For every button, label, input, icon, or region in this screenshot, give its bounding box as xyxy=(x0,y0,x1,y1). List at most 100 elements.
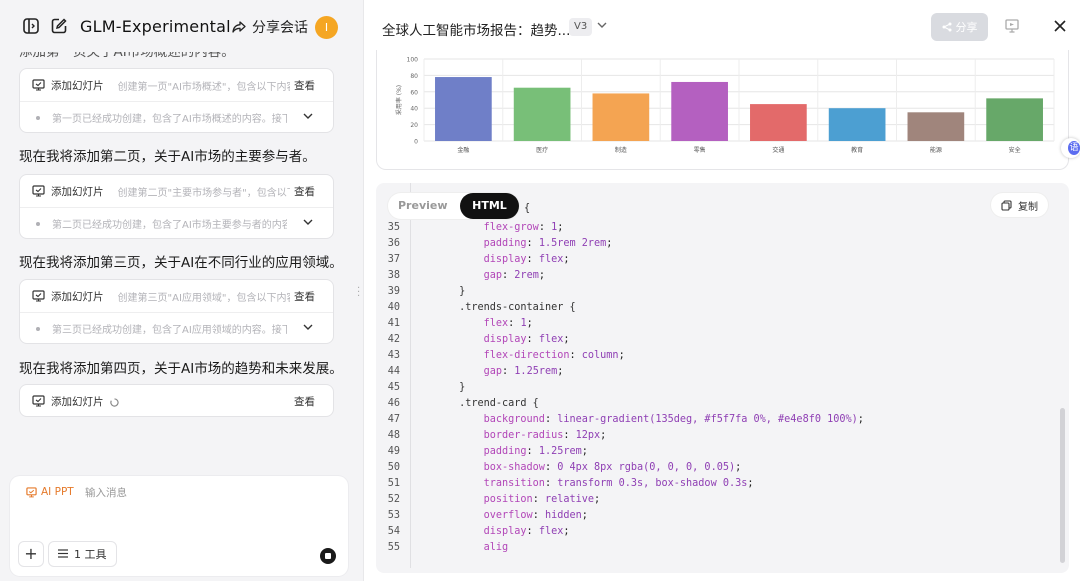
css-property: transition xyxy=(483,478,545,489)
css-property: position xyxy=(483,494,533,505)
bar xyxy=(828,108,886,141)
ai-ppt-tag[interactable]: AI PPT xyxy=(26,486,74,498)
line-number: 54 xyxy=(387,526,400,537)
css-value: flex xyxy=(538,254,564,265)
code-text: } xyxy=(459,382,466,393)
tool-result-row[interactable]: 第二页已经成功创建，包含了AI市场主要参与者的内容... xyxy=(20,207,333,239)
css-value: flex xyxy=(538,526,564,537)
share-session-button[interactable]: 分享会话 xyxy=(232,17,308,37)
css-property: box-shadow xyxy=(483,462,545,473)
code-text: .trends-container { xyxy=(459,302,576,313)
code-text: alig xyxy=(483,542,509,553)
tool-call-row[interactable]: 添加幻灯片 创建第二页"主要市场参与者"，包含以下... 查看 xyxy=(20,175,333,207)
tool-call-row[interactable]: 添加幻灯片 查看 xyxy=(20,385,333,417)
css-property: overflow xyxy=(483,510,533,521)
chevron-down-icon[interactable] xyxy=(303,113,313,119)
css-property: gap xyxy=(483,366,503,377)
line-number: 37 xyxy=(387,254,400,265)
css-property: display xyxy=(483,254,527,265)
tool-call-label: 添加幻灯片 xyxy=(51,395,104,408)
badge-label: 语 xyxy=(1068,141,1080,155)
tool-result-summary: 第三页已经成功创建，包含了AI应用领域的内容。接下... xyxy=(52,325,287,336)
copy-icon xyxy=(1001,199,1012,211)
tool-call-row[interactable]: 添加幻灯片 创建第三页"AI应用领域"，包含以下内容... 查看 xyxy=(20,280,333,312)
line-number: 53 xyxy=(387,510,400,521)
css-value: flex xyxy=(538,334,564,345)
code-line: 45 } xyxy=(376,380,864,396)
chevron-down-icon[interactable] xyxy=(303,324,313,330)
line-number: 43 xyxy=(387,350,400,361)
line-number: 38 xyxy=(387,270,400,281)
y-tick-label: 0 xyxy=(414,139,418,146)
x-tick-label: 医疗 xyxy=(536,146,548,154)
css-property: background xyxy=(483,414,545,425)
y-tick-label: 20 xyxy=(410,122,418,129)
view-button[interactable]: 查看 xyxy=(294,289,315,304)
document-title: 全球人工智能市场报告：趋势... xyxy=(382,23,571,39)
tab-html[interactable]: HTML xyxy=(460,193,519,219)
copy-button[interactable]: 复制 xyxy=(991,193,1048,217)
add-attachment-button[interactable]: + xyxy=(18,541,44,567)
line-number: 36 xyxy=(387,238,400,249)
share-label: 分享 xyxy=(955,21,978,34)
chevron-down-icon[interactable] xyxy=(597,22,607,28)
panel-resize-handle[interactable]: · · · xyxy=(357,284,360,302)
line-number: 35 xyxy=(387,222,400,233)
code-line: 44 gap: 1.25rem; xyxy=(376,364,864,380)
line-number: 42 xyxy=(387,334,400,345)
y-tick-label: 80 xyxy=(410,73,418,80)
version-badge[interactable]: V3 xyxy=(569,18,593,36)
code-line: 50 box-shadow: 0 4px 8px rgba(0, 0, 0, 0… xyxy=(376,460,864,476)
close-icon[interactable] xyxy=(1054,20,1066,32)
stop-generation-button[interactable] xyxy=(320,548,336,564)
app-title: GLM-Experimental xyxy=(80,17,231,36)
tool-result-summary: 第一页已经成功创建，包含了AI市场概述的内容。接下... xyxy=(52,114,287,125)
bullet-icon xyxy=(36,326,40,331)
css-property: flex-grow xyxy=(483,222,539,233)
tool-call-desc: 创建第三页"AI应用领域"，包含以下内容... xyxy=(117,292,290,304)
bar xyxy=(435,77,492,141)
bar xyxy=(750,104,807,141)
tab-preview[interactable]: Preview xyxy=(398,199,448,212)
avatar[interactable]: I xyxy=(315,16,338,39)
new-chat-icon[interactable] xyxy=(50,17,68,35)
line-number: 44 xyxy=(387,366,400,377)
css-value: column xyxy=(581,350,619,361)
tool-call-row[interactable]: 添加幻灯片 创建第一页"AI市场概述"，包含以下内容... 查看 xyxy=(20,69,333,101)
scrollbar[interactable] xyxy=(1060,408,1065,563)
y-tick-label: 60 xyxy=(410,89,418,96)
code-line-partial: 3 xyxy=(376,183,441,209)
css-value: relative xyxy=(544,494,595,505)
tool-call-card: 添加幻灯片 创建第三页"AI应用领域"，包含以下内容... 查看 第三页已经成功… xyxy=(19,279,334,344)
view-button[interactable]: 查看 xyxy=(294,78,315,93)
tool-result-row[interactable]: 第三页已经成功创建，包含了AI应用领域的内容。接下... xyxy=(20,312,333,344)
view-button[interactable]: 查看 xyxy=(294,184,315,199)
code-line: 53 overflow: hidden; xyxy=(376,508,864,524)
code-line: 54 display: flex; xyxy=(376,524,864,540)
line-number: 50 xyxy=(387,462,400,473)
y-axis-label: 采用率 (%) xyxy=(395,85,403,115)
css-value: 1 xyxy=(551,222,558,233)
tool-call-label: 添加幻灯片 xyxy=(51,290,104,303)
css-value: 2rem xyxy=(514,270,539,281)
presentation-icon[interactable] xyxy=(1005,19,1019,33)
line-number: 39 xyxy=(387,286,400,297)
tool-result-row[interactable]: 第一页已经成功创建，包含了AI市场概述的内容。接下... xyxy=(20,101,333,133)
message-composer: AI PPT + 1 工具 xyxy=(10,476,348,576)
tools-button[interactable]: 1 工具 xyxy=(48,541,117,567)
floating-badge[interactable]: 语 xyxy=(1061,138,1080,158)
css-property: padding xyxy=(483,446,527,457)
code-line: 39 } xyxy=(376,284,864,300)
loading-spinner-icon xyxy=(109,392,119,411)
chevron-down-icon[interactable] xyxy=(303,219,313,225)
view-button[interactable]: 查看 xyxy=(294,394,315,409)
tool-call-label: 添加幻灯片 xyxy=(51,79,104,92)
code-brace: { xyxy=(524,203,531,214)
y-tick-label: 100 xyxy=(407,57,419,64)
x-tick-label: 金融 xyxy=(457,146,469,154)
sidebar-toggle-icon[interactable] xyxy=(22,17,40,35)
message-input[interactable] xyxy=(85,484,285,502)
code-line: 40 .trends-container { xyxy=(376,300,864,316)
css-value: transform 0.3s, box-shadow 0.3s xyxy=(557,478,748,489)
share-button[interactable]: 分享 xyxy=(931,13,988,41)
